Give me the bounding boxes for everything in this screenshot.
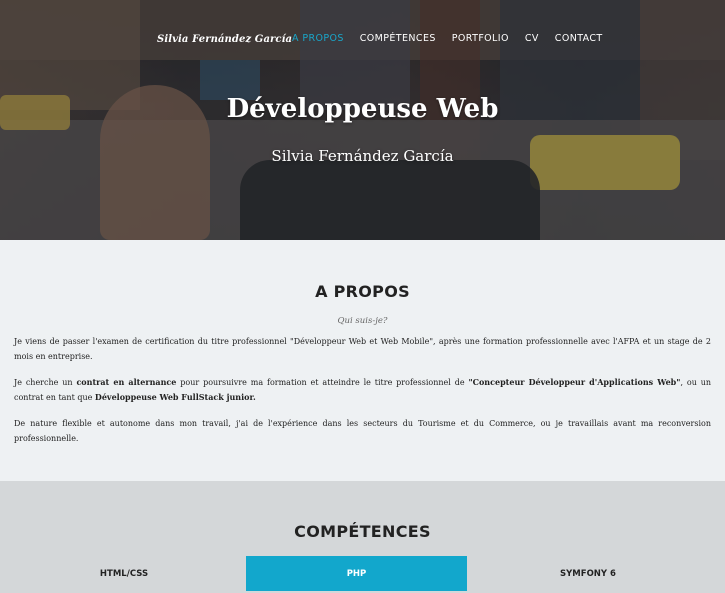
about-paragraph-3: De nature flexible et autonome dans mon …: [14, 419, 711, 443]
emphasis-fullstack-junior: Développeuse Web FullStack junior.: [94, 392, 256, 402]
tab-php[interactable]: PHP: [246, 556, 467, 591]
competences-section: COMPÉTENCES HTML/CSS PHP SYMFONY 6: [0, 481, 725, 593]
about-heading: A PROPOS: [315, 282, 410, 301]
competences-tabs: HTML/CSS PHP SYMFONY 6: [0, 556, 725, 591]
nav-item-a-propos[interactable]: A PROPOS: [292, 33, 344, 44]
hero-title: Développeuse Web: [226, 94, 499, 124]
hero-subtitle: Silvia Fernández García: [271, 147, 454, 165]
text: pour poursuivre ma formation et atteindr…: [176, 378, 469, 387]
emphasis-titre-concepteur: "Concepteur Développeur d'Applications W…: [468, 377, 681, 387]
tab-html-css[interactable]: HTML/CSS: [14, 556, 234, 591]
top-navbar: Silvia Fernández García A PROPOS COMPÉTE…: [0, 0, 725, 78]
main-nav: A PROPOS COMPÉTENCES PORTFOLIO CV CONTAC…: [292, 33, 619, 44]
about-section: A PROPOS Qui suis-je? Je viens de passer…: [0, 240, 725, 481]
nav-item-portfolio[interactable]: PORTFOLIO: [452, 33, 509, 44]
hero-section: Silvia Fernández García A PROPOS COMPÉTE…: [0, 0, 725, 240]
nav-item-contact[interactable]: CONTACT: [555, 33, 603, 44]
text: Je cherche un: [14, 378, 77, 387]
about-subheading: Qui suis-je?: [337, 316, 388, 326]
competences-heading: COMPÉTENCES: [294, 522, 431, 541]
nav-item-competences[interactable]: COMPÉTENCES: [360, 33, 436, 44]
about-paragraph-2: Je cherche un contrat en alternance pour…: [14, 375, 711, 405]
about-paragraph-1: Je viens de passer l'examen de certifica…: [14, 337, 711, 361]
tab-symfony[interactable]: SYMFONY 6: [478, 556, 698, 591]
brand-logo-link[interactable]: Silvia Fernández García: [157, 34, 292, 45]
emphasis-contrat-alternance: contrat en alternance: [76, 377, 177, 387]
nav-item-cv[interactable]: CV: [525, 33, 539, 44]
